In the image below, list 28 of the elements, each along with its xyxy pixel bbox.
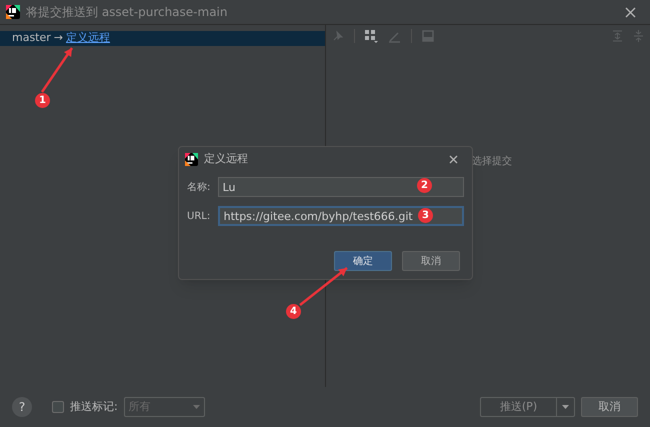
push-tags-label: 推送标记:	[70, 398, 118, 415]
caret-icon	[192, 405, 200, 409]
branch-row[interactable]: master → 定义远程	[0, 31, 325, 46]
help-button[interactable]: ?	[12, 397, 32, 417]
field-label: URL:	[187, 210, 212, 224]
dialog-title: 定义远程	[204, 150, 249, 167]
checkbox[interactable]	[52, 401, 64, 413]
grid-icon[interactable]	[365, 30, 378, 42]
branch-name: master	[12, 30, 51, 46]
annotation-marker: 1	[35, 93, 50, 108]
expand-icon[interactable]	[612, 30, 623, 42]
app-logo-icon	[185, 152, 198, 166]
cancel-button[interactable]: 取消	[581, 397, 638, 417]
dialog-button[interactable]: 取消	[402, 251, 460, 271]
define-remote-link[interactable]: 定义远程	[66, 30, 110, 47]
close-icon[interactable]	[449, 154, 458, 164]
caret-icon	[562, 405, 569, 409]
app-logo-icon	[6, 5, 20, 19]
field-label: 名称:	[187, 180, 212, 194]
close-icon[interactable]	[625, 6, 636, 18]
window-icon[interactable]	[422, 30, 434, 42]
window-title: 将提交推送到 asset-purchase-main	[26, 4, 228, 21]
edit-icon[interactable]	[388, 30, 401, 42]
collapse-icon[interactable]	[633, 30, 644, 42]
arrow-glyph: →	[54, 30, 64, 46]
annotation-marker: 4	[286, 304, 301, 319]
empty-hint: 选择提交	[472, 154, 512, 169]
dialog-button[interactable]: 确定	[334, 251, 392, 271]
